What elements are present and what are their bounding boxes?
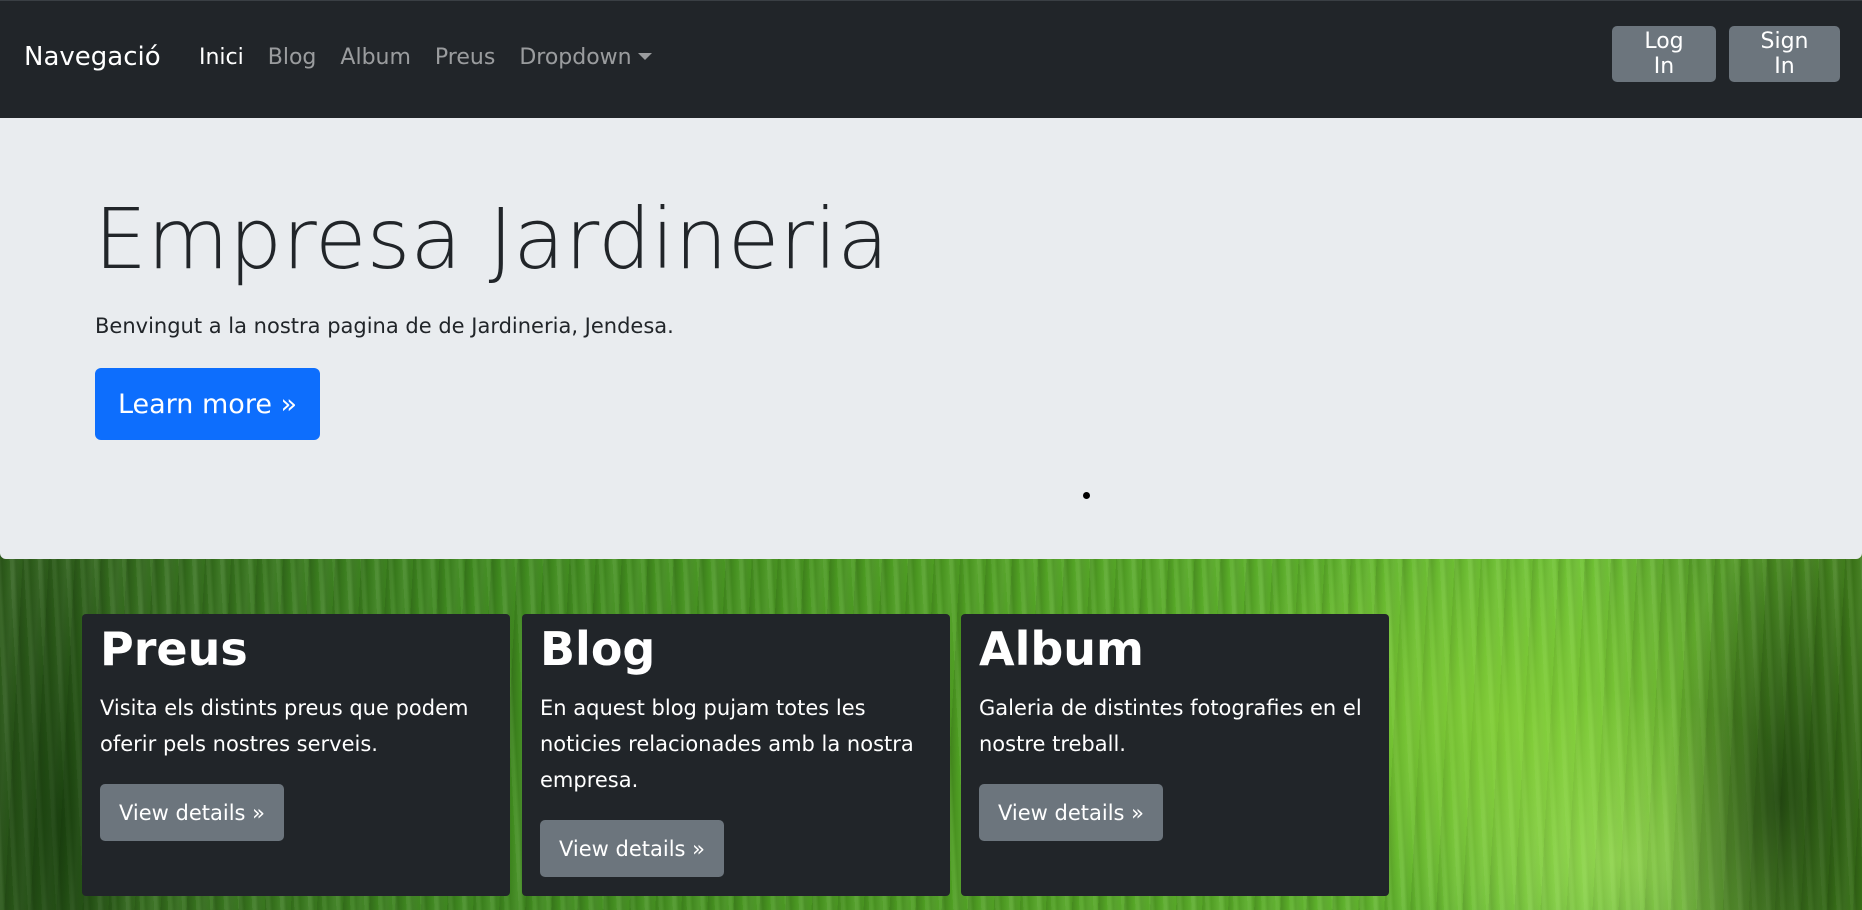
stray-dot (1083, 492, 1090, 499)
view-details-button[interactable]: View details » (979, 784, 1163, 841)
caret-down-icon (637, 53, 652, 60)
card-album: Album Galeria de distintes fotografies e… (961, 614, 1389, 896)
card-text: Visita els distints preus que podem ofer… (100, 696, 469, 756)
card-text: Galeria de distintes fotografies en el n… (979, 696, 1362, 756)
nav-link-preus[interactable]: Preus (435, 45, 495, 70)
nav-link-album[interactable]: Album (340, 45, 411, 70)
hero-jumbotron: Empresa Jardineria Benvingut a la nostra… (0, 118, 1862, 559)
card-title: Album (979, 622, 1144, 676)
card-preus: Preus Visita els distints preus que pode… (82, 614, 510, 896)
card-text: En aquest blog pujam totes les noticies … (540, 696, 914, 792)
learn-more-button[interactable]: Learn more » (95, 368, 320, 440)
view-details-button[interactable]: View details » (100, 784, 284, 841)
nav-link-inici[interactable]: Inici (199, 45, 244, 70)
navbar-brand[interactable]: Navegació (24, 42, 161, 72)
login-button[interactable]: Log In (1612, 26, 1716, 82)
signin-button[interactable]: Sign In (1729, 26, 1840, 82)
nav-links: Inici Blog Album Preus Dropdown (199, 45, 676, 70)
hero-lead-text: Benvingut a la nostra pagina de de Jardi… (95, 314, 674, 338)
card-blog: Blog En aquest blog pujam totes les noti… (522, 614, 950, 896)
view-details-button[interactable]: View details » (540, 820, 724, 877)
nav-dropdown-toggle[interactable]: Dropdown (519, 45, 652, 70)
card-title: Preus (100, 622, 248, 676)
top-navbar: Navegació Inici Blog Album Preus Dropdow… (0, 0, 1862, 118)
card-title: Blog (540, 622, 656, 676)
nav-dropdown-label: Dropdown (519, 45, 632, 70)
nav-link-blog[interactable]: Blog (268, 45, 317, 70)
hero-title: Empresa Jardineria (94, 190, 889, 288)
